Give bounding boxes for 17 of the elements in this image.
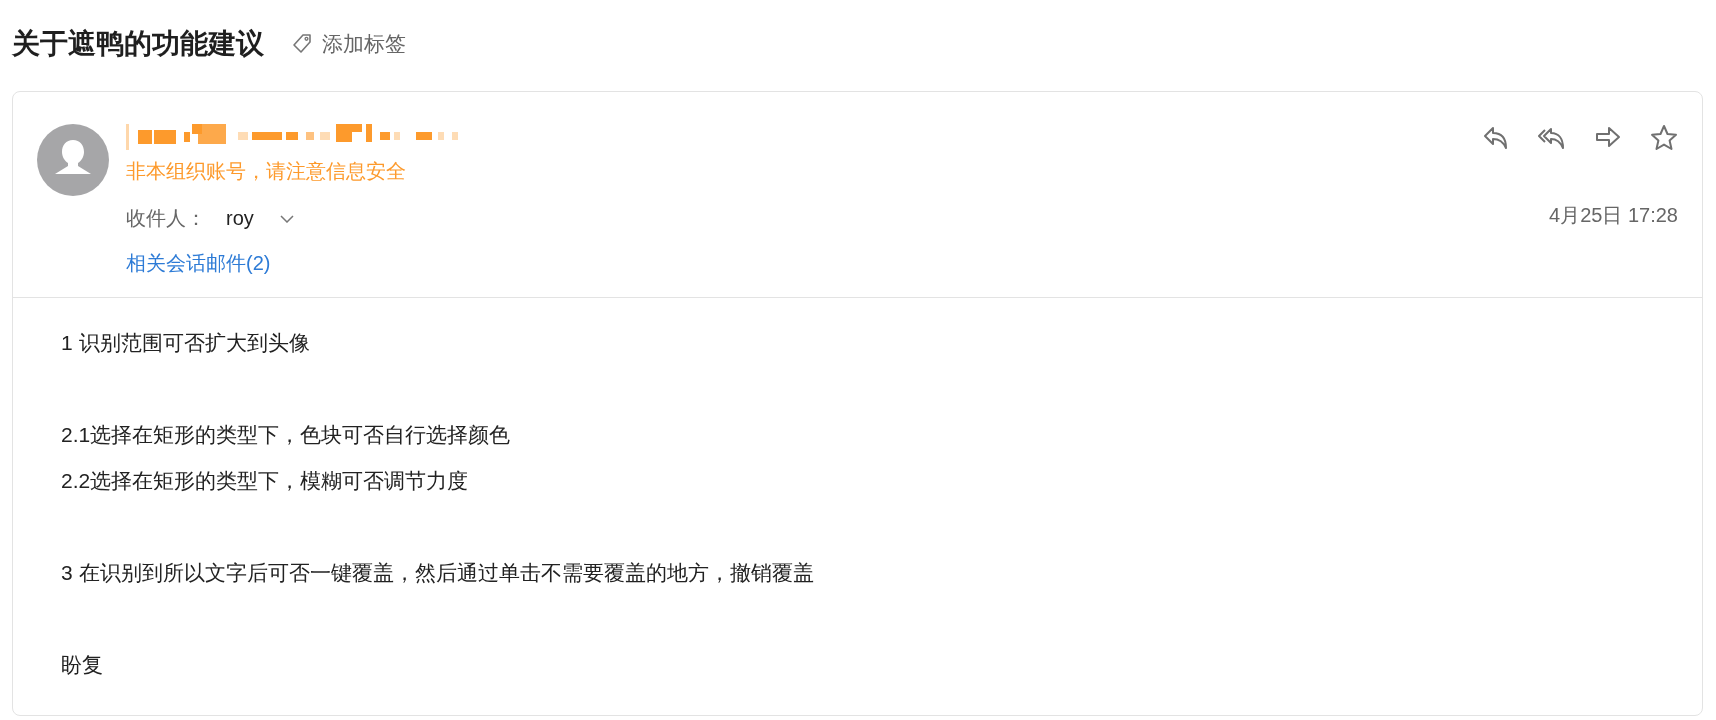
body-text: 2.1选择在矩形的类型下，色块可否自行选择颜色: [61, 422, 512, 448]
recipient-label: 收件人：: [126, 206, 206, 231]
related-conversations-link[interactable]: 相关会话邮件(2): [126, 250, 271, 277]
body-text: 1 识别范围可否扩大到头像: [61, 330, 311, 356]
recipient-name: roy: [226, 207, 254, 230]
star-icon[interactable]: [1650, 124, 1678, 152]
body-text: 盼复: [61, 652, 104, 678]
avatar-icon: [37, 124, 109, 196]
body-text: 2.2选择在矩形的类型下，模糊可否调节力度: [61, 468, 470, 494]
email-date: 4月25日 17:28: [1549, 203, 1678, 228]
reply-icon[interactable]: [1482, 124, 1510, 152]
tag-icon: [290, 32, 314, 56]
chevron-down-icon[interactable]: [279, 214, 294, 223]
email-subject: 关于遮鸭的功能建议: [12, 27, 264, 61]
sender-warning: 非本组织账号，请注意信息安全: [126, 159, 406, 184]
add-tag-button[interactable]: 添加标签: [290, 30, 406, 58]
body-text: 3 在识别到所以文字后可否一键覆盖，然后通过单击不需要覆盖的地方，撤销覆盖: [61, 560, 815, 586]
